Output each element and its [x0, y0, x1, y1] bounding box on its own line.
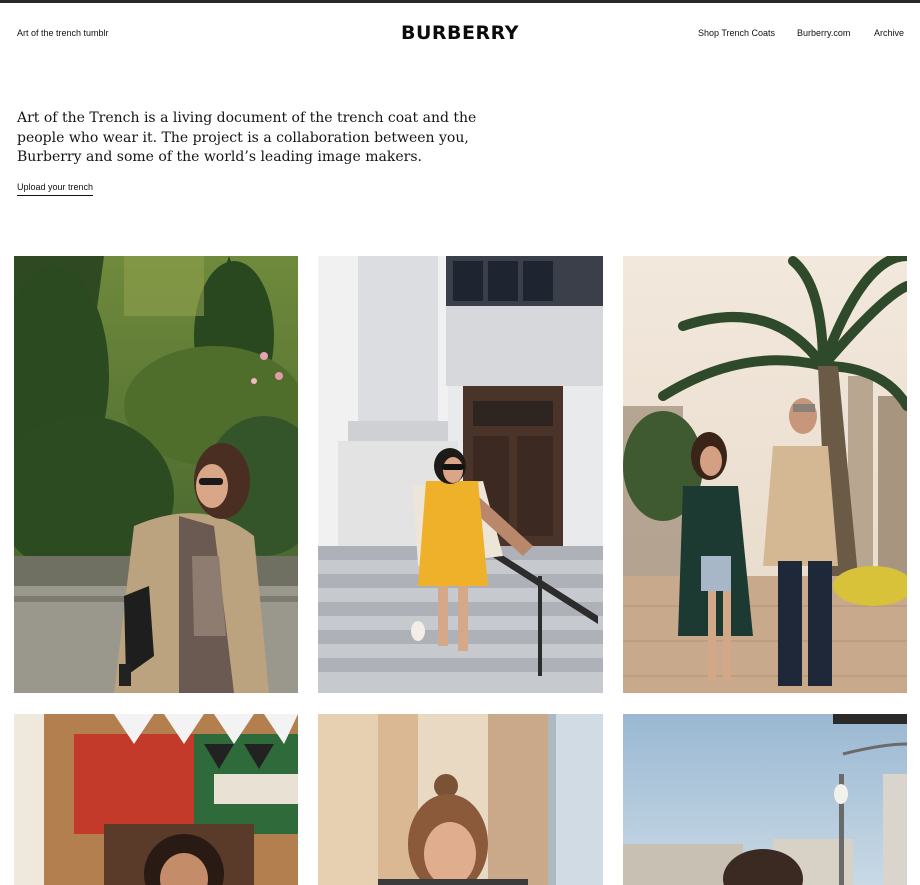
site-header: Art of the trench tumblr BURBERRY Shop T…	[0, 3, 920, 61]
gallery-photo-street-lamp[interactable]	[623, 714, 907, 885]
gallery-photo-steps[interactable]	[318, 256, 603, 693]
gallery-photo-flags[interactable]	[14, 714, 298, 885]
burberry-logo[interactable]: BURBERRY	[0, 22, 920, 44]
gallery-photo-garden[interactable]	[14, 256, 298, 693]
nav-shop-trench-coats[interactable]: Shop Trench Coats	[698, 28, 775, 38]
intro-text: Art of the Trench is a living document o…	[17, 110, 477, 165]
gallery-photo-palm-couple[interactable]	[623, 256, 907, 693]
upload-trench-link[interactable]: Upload your trench	[17, 182, 94, 196]
gallery-photo-hair-bun[interactable]	[318, 714, 603, 885]
nav-burberry-com[interactable]: Burberry.com	[797, 28, 850, 38]
nav-archive[interactable]: Archive	[874, 28, 904, 38]
